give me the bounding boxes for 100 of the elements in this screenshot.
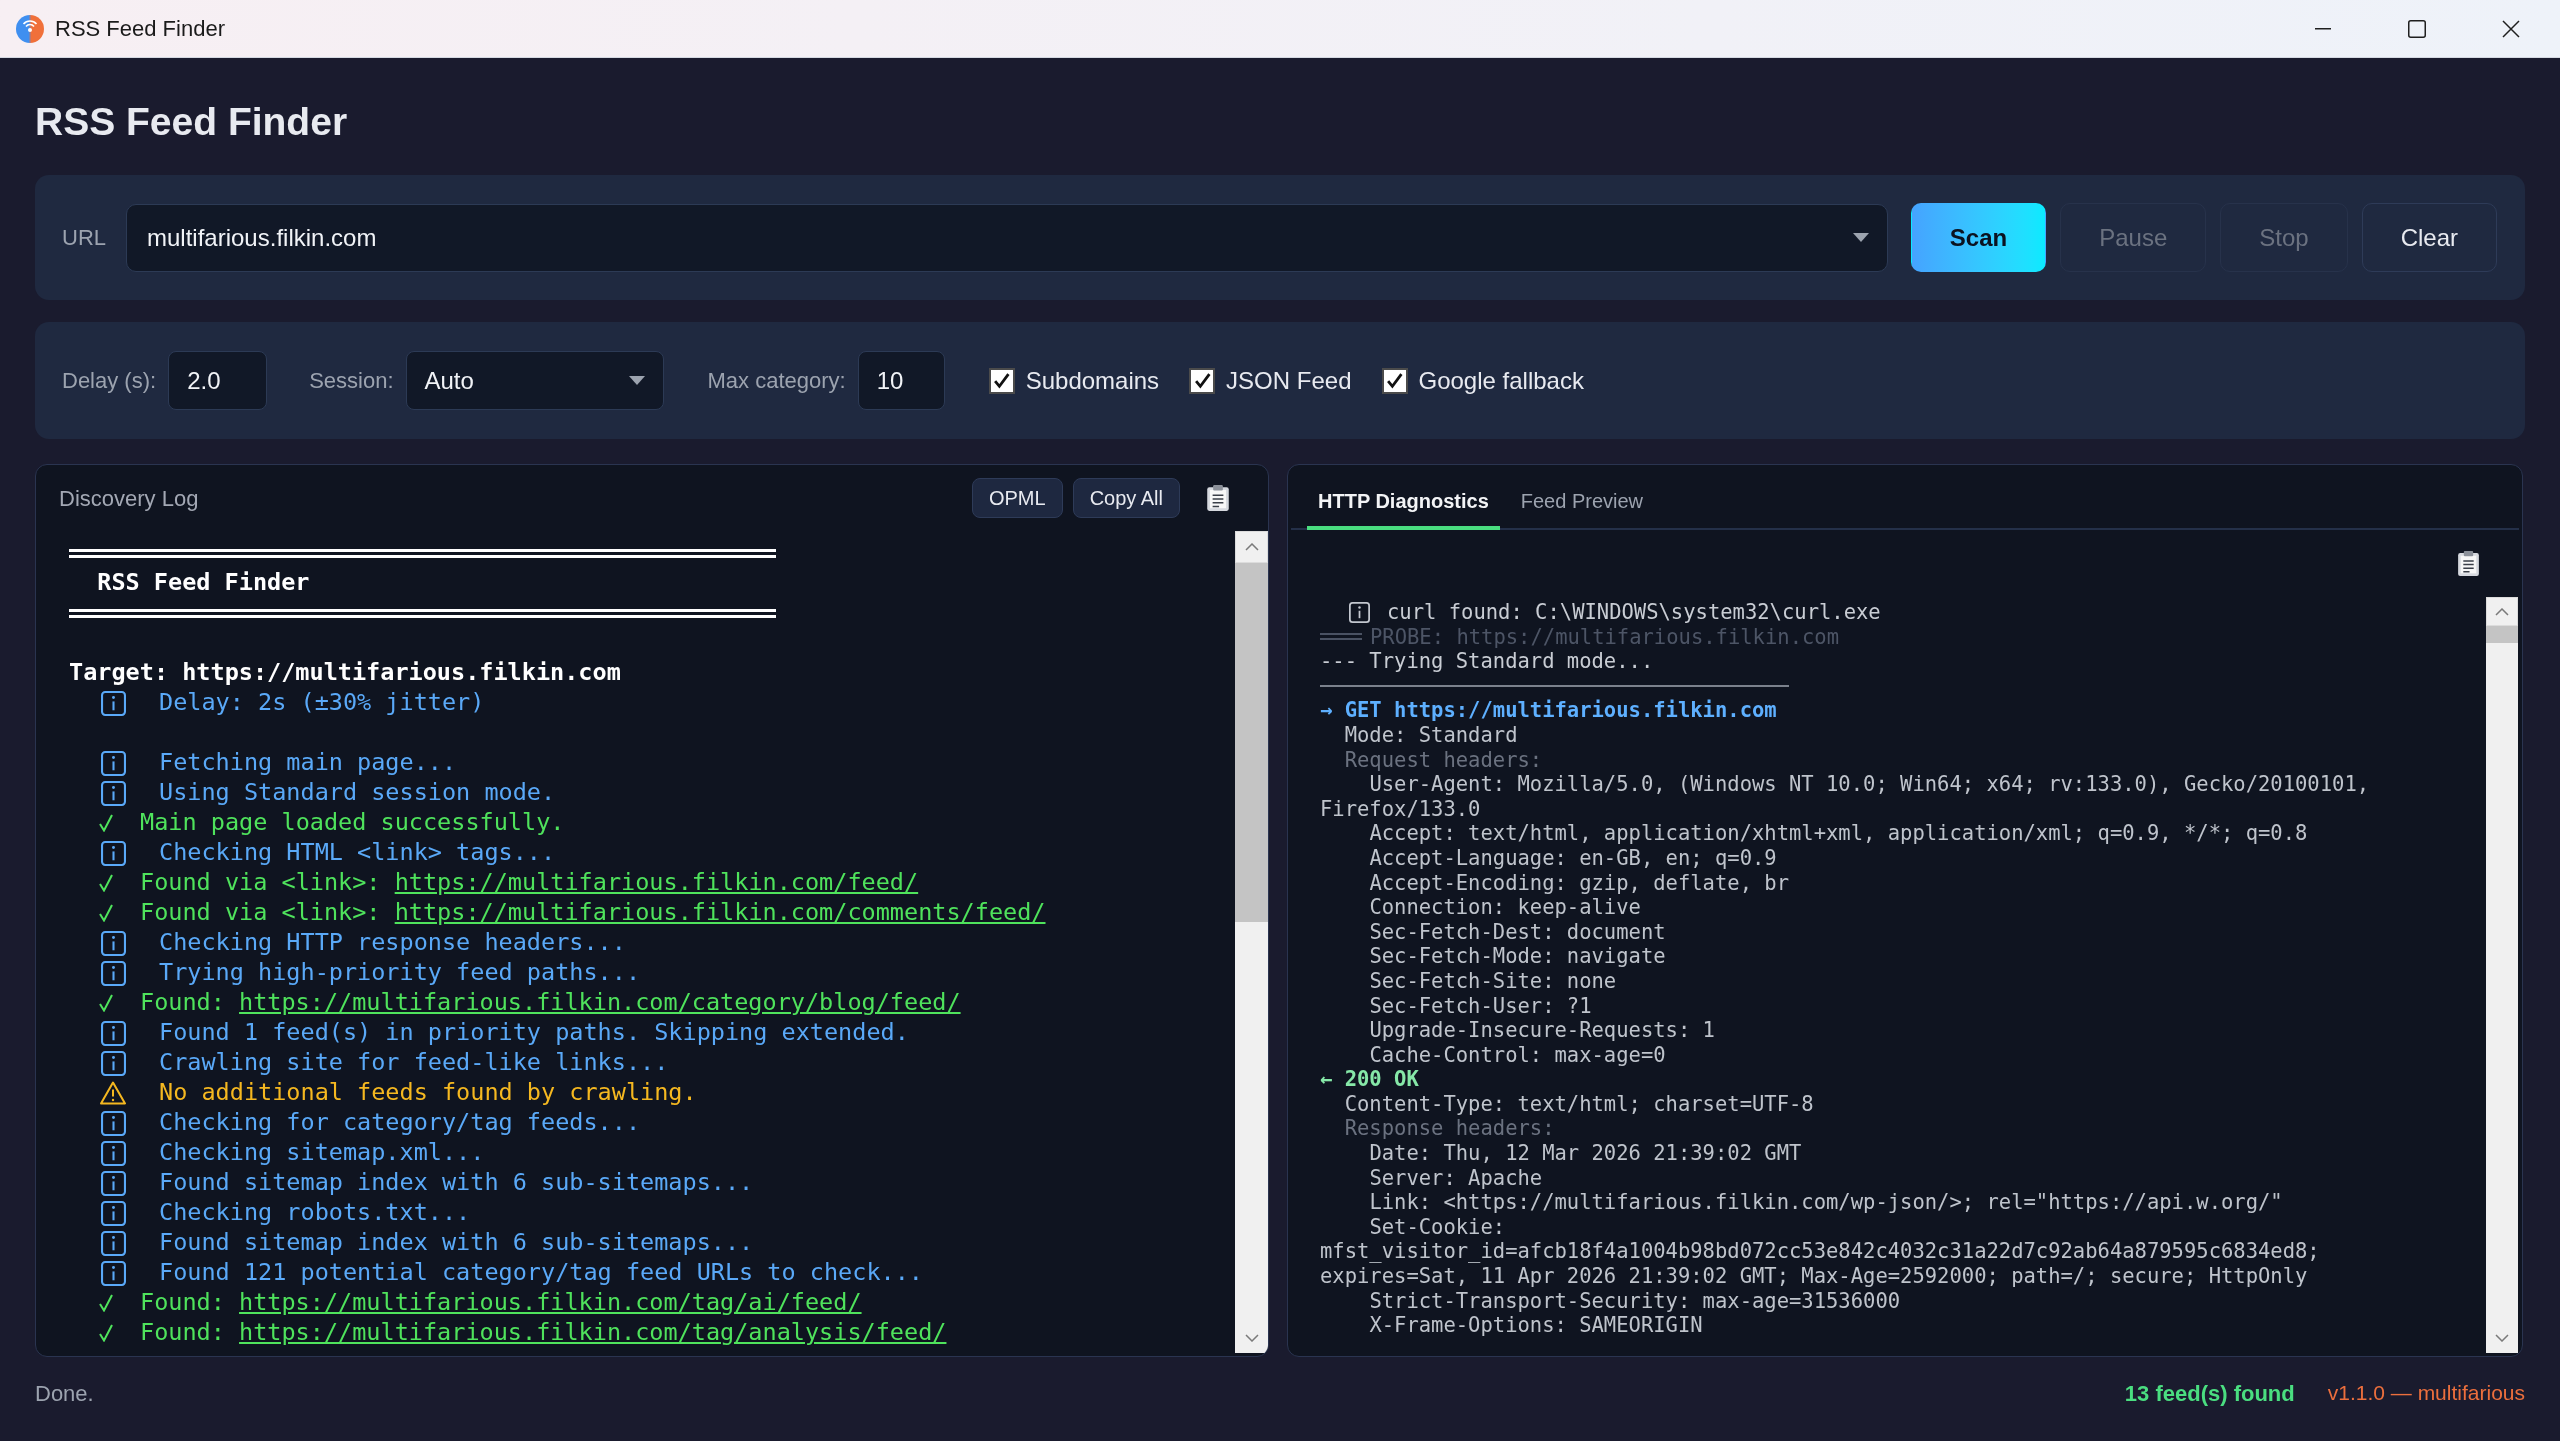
toolbar-button[interactable]: Clear [2361,203,2497,272]
log-line: Sec-Fetch-Mode: navigate [1368,944,1666,969]
log-button[interactable]: OPML [971,478,1063,518]
feed-link[interactable]: https://multifarious.filkin.com/tag/ai/feed/ [239,1288,862,1317]
log-line: Accept: text/html, application/xhtml+xml, application/xml; q=0.9, */*; q=0.8 [1368,821,2308,846]
scrollbar[interactable] [1235,531,1268,1353]
log-line: Found: https://multifarious.filkin.com/tag/ai/feed/ [140,1287,862,1319]
log-line: Found 121 potential category/tag feed URLs to check... [159,1257,923,1289]
caret-icon [628,376,645,385]
checkbox-label[interactable]: JSON Feed [1226,362,1352,399]
delay-label: Delay (s): [62,367,157,395]
scrollbar[interactable] [2486,597,2518,1353]
log-line: Found: https://multifarious.filkin.com/tag/analysis/feed/ [140,1317,947,1349]
checkbox-label[interactable]: Subdomains [1025,362,1160,399]
maximize-icon [2408,19,2426,38]
check-icon [99,994,113,1012]
scrollbar-thumb[interactable] [1235,563,1268,922]
max-category-field[interactable]: 10 [857,351,945,410]
checkbox-label[interactable]: Google fallback [1418,362,1584,399]
info-icon [1349,601,1370,623]
checkbox[interactable] [1189,367,1216,394]
checkmark-icon [993,372,1011,389]
chevron-up-icon[interactable] [2495,607,2509,616]
log-line: Crawling site for feed-like links... [159,1047,669,1079]
log-line: Set-Cookie: mfst_visitor_id=afcb18f4a1004b98bd072cc53e842c4032c31a22d7c92ab64a879595c6834ed8; expires=Sat, 11 Apr 2026 21:39:02 GMT; Max-Age=2592000; path=/; secure; HttpOnly [1320,1214,2321,1289]
log-line: → GET https://multifarious.filkin.com [1320,698,1777,723]
log-line: Found sitemap index with 6 sub-sitemaps... [159,1227,754,1259]
log-line: Connection: keep-alive [1368,895,1641,920]
minimize-icon [2315,27,2331,30]
clipboard-icon[interactable] [2457,550,2480,577]
close-icon [2502,19,2520,38]
log-line: Sec-Fetch-Site: none [1368,968,1617,994]
info-icon [101,1140,126,1166]
feed-link[interactable]: https://multifarious.filkin.com/category/blog/feed/ [239,988,961,1017]
log-line: Strict-Transport-Security: max-age=31536000 [1368,1288,1901,1314]
status-message: Done. [35,1379,94,1408]
info-icon [101,1230,126,1256]
signal-logo-icon [16,14,44,43]
log-line: Content-Type: text/html; charset=UTF-8 [1343,1091,1814,1117]
url-field[interactable]: multifarious.filkin.com [126,203,1888,272]
tab[interactable]: HTTP Diagnostics [1307,476,1500,530]
checkbox[interactable] [988,367,1015,394]
feed-link[interactable]: https://multifarious.filkin.com/comments/feed/ [394,898,1046,927]
checkbox[interactable] [1381,367,1408,394]
caret-icon [1852,233,1869,242]
log-button[interactable]: Copy All [1072,478,1180,518]
chevron-down-icon[interactable] [2495,1334,2509,1342]
log-line: Link: <https://multifarious.filkin.com/wp-json/>; rel="https://api.w.org/" [1368,1190,2283,1215]
toolbar-button[interactable]: Scan [1910,203,2047,272]
log-line: Trying high-priority feed paths... [159,957,641,989]
log-line: User-Agent: Mozilla/5.0, (Windows NT 10.0; Win64; x64; rv:133.0), Gecko/20100101, Firefox/133.0 [1320,772,2371,822]
log-line: Found sitemap index with 6 sub-sitemaps... [159,1167,754,1199]
log-line: --- Trying Standard mode... [1320,649,1654,674]
log-line: Sec-Fetch-User: ?1 [1368,993,1592,1019]
url-label: URL [62,224,107,252]
session-select[interactable]: Auto [405,351,664,410]
check-icon [99,1294,113,1312]
log-line: Upgrade-Insecure-Requests: 1 [1368,1018,1715,1043]
check-icon [99,1324,113,1342]
info-icon [101,930,126,956]
log-line: Server: Apache [1368,1165,1543,1191]
info-icon [101,1050,126,1076]
window-title: RSS Feed Finder [55,15,225,43]
log-line: Found via <link>: https://multifarious.filkin.com/comments/feed/ [140,897,1046,929]
clipboard-icon[interactable] [1206,484,1230,512]
panel-title: Discovery Log [59,484,199,513]
log-line: Delay: 2s (±30% jitter) [159,687,485,719]
warning-icon [100,1081,126,1105]
check-icon [99,874,113,892]
log-line: Cache-Control: max-age=0 [1368,1042,1666,1068]
tab[interactable]: Feed Preview [1509,476,1655,530]
log-title: RSS Feed Finder [96,567,310,599]
log-line: Found 1 feed(s) in priority paths. Skipping extended. [159,1017,909,1049]
feed-link[interactable]: https://multifarious.filkin.com/feed/ [394,868,919,897]
info-icon [101,1110,126,1136]
info-icon [101,780,126,806]
check-icon [99,814,113,832]
feed-link[interactable]: https://multifarious.filkin.com/tag/analysis/feed/ [239,1318,947,1347]
log-line: Main page loaded successfully. [140,807,565,839]
app-title: RSS Feed Finder [35,99,348,145]
log-line: Using Standard session mode. [159,777,556,809]
checkmark-icon [1193,372,1211,389]
info-icon [101,750,126,776]
log-line: No additional feeds found by crawling. [159,1077,697,1109]
double-divider [1320,633,1362,641]
info-icon [101,1170,126,1196]
log-line: Checking for category/tag feeds... [159,1107,641,1139]
scrollbar-thumb[interactable] [2486,626,2518,643]
log-line: Sec-Fetch-Dest: document [1368,919,1666,945]
log-line: Checking sitemap.xml... [159,1137,485,1169]
log-line: Checking robots.txt... [159,1197,471,1229]
delay-field[interactable]: 2.0 [168,351,268,410]
log-line: Mode: Standard [1343,722,1518,748]
chevron-up-icon[interactable] [1244,543,1259,551]
chevron-down-icon[interactable] [1244,1334,1259,1342]
info-icon [101,690,126,716]
log-line: Accept-Encoding: gzip, deflate, br [1368,870,1789,896]
log-line: Date: Thu, 12 Mar 2026 21:39:02 GMT [1368,1141,1802,1166]
log-line: curl found: C:\WINDOWS\system32\curl.exe [1387,598,1881,626]
check-icon [99,904,113,922]
